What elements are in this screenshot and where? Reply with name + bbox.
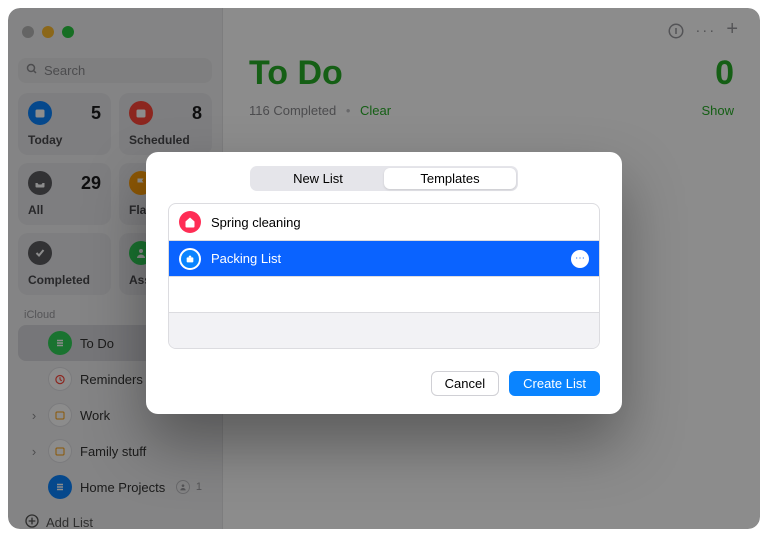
sheet-buttons: Cancel Create List [168, 371, 600, 396]
cancel-button[interactable]: Cancel [431, 371, 499, 396]
home-icon [179, 211, 201, 233]
briefcase-icon [179, 248, 201, 270]
template-name: Packing List [211, 251, 281, 266]
templates-table: Spring cleaning Packing List ⋯ [168, 203, 600, 349]
tab-templates[interactable]: Templates [384, 168, 516, 189]
template-row-empty [169, 312, 599, 348]
tab-new-list[interactable]: New List [252, 168, 384, 189]
ellipsis-circle-icon[interactable]: ⋯ [571, 250, 589, 268]
app-window: Search 5 Today 8 Scheduled [8, 8, 760, 529]
template-row-empty [169, 276, 599, 312]
template-name: Spring cleaning [211, 215, 301, 230]
segmented-control[interactable]: New List Templates [250, 166, 518, 191]
template-row[interactable]: Spring cleaning [169, 204, 599, 240]
new-list-sheet: New List Templates Spring cleaning Packi… [146, 152, 622, 414]
create-list-button[interactable]: Create List [509, 371, 600, 396]
template-row[interactable]: Packing List ⋯ [169, 240, 599, 276]
